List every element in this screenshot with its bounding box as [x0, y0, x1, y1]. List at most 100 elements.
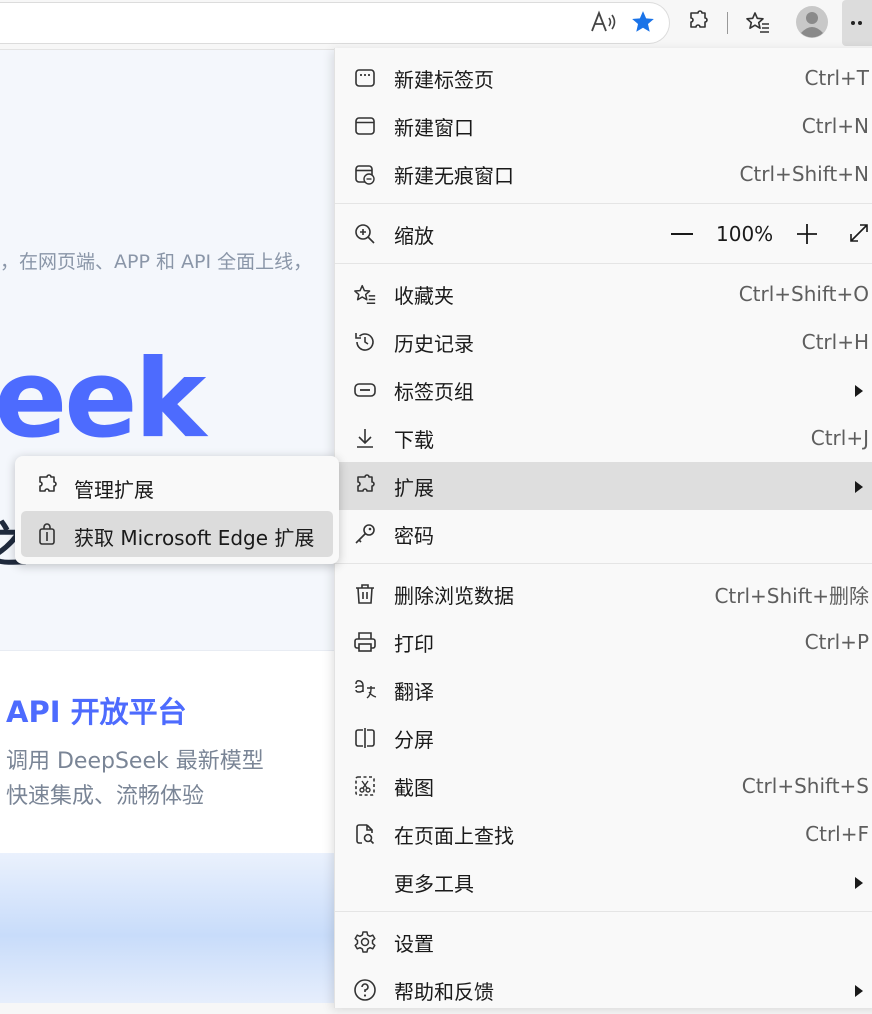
- extensions-icon[interactable]: [680, 4, 716, 40]
- extensions-icon: [357, 474, 375, 492]
- translate-icon: [355, 680, 377, 699]
- menu-item-screenshot[interactable]: 截图 Ctrl+Shift+S: [335, 762, 872, 810]
- split-screen-icon: [355, 728, 375, 748]
- toolbar-divider: [727, 12, 728, 34]
- menu-item-new-inprivate[interactable]: 新建无痕窗口 Ctrl+Shift+N: [335, 150, 872, 198]
- menu-item-translate[interactable]: 翻译: [335, 666, 872, 714]
- extensions-submenu: 管理扩展 获取 Microsoft Edge 扩展: [15, 456, 339, 564]
- chevron-right-icon: [855, 985, 863, 997]
- printer-icon: [354, 632, 376, 652]
- menu-shortcut: Ctrl+Shift+O: [738, 282, 869, 306]
- submenu-label: 获取 Microsoft Edge 扩展: [74, 526, 315, 550]
- card-title: API 开放平台: [6, 695, 187, 729]
- menu-item-new-window[interactable]: 新建窗口 Ctrl+N: [335, 102, 872, 150]
- menu-label: 翻译: [394, 679, 434, 704]
- more-icon[interactable]: [842, 0, 872, 46]
- zoom-level: 100%: [716, 222, 774, 246]
- menu-shortcut: Ctrl+F: [805, 822, 869, 846]
- inprivate-window-icon: [355, 165, 375, 185]
- menu-item-split-screen[interactable]: 分屏: [335, 714, 872, 762]
- background-decoration: [0, 853, 340, 1003]
- hero-tagline: ，在网页端、APP 和 API 全面上线，: [0, 251, 313, 273]
- menu-item-extensions[interactable]: 扩展: [335, 462, 872, 510]
- menu-label: 新建标签页: [394, 67, 494, 92]
- menu-label: 扩展: [394, 475, 434, 500]
- menu-shortcut: Ctrl+Shift+S: [741, 774, 869, 798]
- browser-toolbar: [0, 0, 872, 50]
- shopping-bag-icon: [39, 523, 55, 545]
- favorites-icon: [354, 284, 376, 304]
- menu-label: 在页面上查找: [394, 823, 514, 848]
- favorites-icon[interactable]: [740, 4, 776, 40]
- help-icon: [354, 979, 376, 1001]
- chevron-right-icon: [855, 877, 863, 889]
- menu-label: 帮助和反馈: [394, 979, 494, 1004]
- api-platform-card[interactable]: API 开放平台 调用 DeepSeek 最新模型 快速集成、流畅体验: [0, 650, 340, 854]
- extensions-icon: [39, 474, 57, 492]
- profile-icon[interactable]: [794, 4, 830, 40]
- menu-item-new-tab[interactable]: 新建标签页 Ctrl+T: [335, 54, 872, 102]
- menu-divider: [335, 263, 872, 264]
- menu-label: 分屏: [394, 727, 434, 752]
- submenu-item-manage-extensions[interactable]: 管理扩展: [21, 463, 333, 509]
- new-tab-icon: [355, 69, 375, 87]
- menu-label: 历史记录: [394, 331, 474, 356]
- menu-shortcut: Ctrl+Shift+N: [739, 162, 869, 186]
- screenshot-icon: [355, 776, 375, 796]
- menu-item-more-tools[interactable]: 更多工具: [335, 858, 872, 906]
- zoom-icon: [355, 224, 375, 244]
- fullscreen-icon[interactable]: [848, 222, 870, 244]
- menu-label: 打印: [394, 631, 434, 656]
- trash-icon: [356, 584, 374, 604]
- menu-label: 删除浏览数据: [394, 583, 514, 608]
- menu-label: 密码: [394, 523, 434, 548]
- menu-shortcut: Ctrl+J: [810, 426, 869, 450]
- submenu-item-get-extensions[interactable]: 获取 Microsoft Edge 扩展: [21, 511, 333, 557]
- card-description: 调用 DeepSeek 最新模型: [6, 749, 264, 774]
- favorite-star-icon[interactable]: [625, 4, 661, 40]
- menu-label: 缩放: [394, 223, 434, 248]
- menu-item-settings[interactable]: 设置: [335, 918, 872, 966]
- key-icon: [355, 524, 375, 544]
- menu-shortcut: Ctrl+P: [804, 630, 869, 654]
- menu-divider: [335, 911, 872, 912]
- menu-label: 标签页组: [394, 379, 474, 404]
- menu-item-downloads[interactable]: 下载 Ctrl+J: [335, 414, 872, 462]
- menu-shortcut: Ctrl+N: [801, 114, 869, 138]
- card-description: 快速集成、流畅体验: [6, 784, 205, 809]
- menu-item-clear-data[interactable]: 删除浏览数据 Ctrl+Shift+删除: [335, 570, 872, 618]
- menu-label: 下载: [394, 427, 434, 452]
- settings-menu: 新建标签页 Ctrl+T 新建窗口 Ctrl+N 新建无痕窗口 Ctrl+Shi…: [334, 48, 872, 1008]
- menu-label: 收藏夹: [394, 283, 454, 308]
- menu-shortcut: Ctrl+T: [804, 66, 869, 90]
- menu-shortcut: Ctrl+H: [801, 330, 869, 354]
- gear-icon: [354, 931, 376, 953]
- menu-shortcut: Ctrl+Shift+删除: [714, 583, 869, 608]
- new-window-icon: [355, 117, 375, 135]
- chevron-right-icon: [855, 385, 863, 397]
- menu-label: 新建窗口: [394, 115, 474, 140]
- read-aloud-icon[interactable]: [585, 4, 621, 40]
- menu-label: 新建无痕窗口: [394, 163, 514, 188]
- menu-item-find[interactable]: 在页面上查找 Ctrl+F: [335, 810, 872, 858]
- menu-divider: [335, 563, 872, 564]
- zoom-out-button[interactable]: [671, 233, 693, 235]
- menu-item-favorites[interactable]: 收藏夹 Ctrl+Shift+O: [335, 270, 872, 318]
- zoom-in-button[interactable]: [795, 222, 819, 246]
- tab-groups-icon: [354, 383, 376, 397]
- menu-label: 设置: [394, 931, 434, 956]
- download-icon: [357, 429, 373, 448]
- menu-item-passwords[interactable]: 密码: [335, 510, 872, 558]
- brand-logo-text: eek: [0, 337, 206, 462]
- menu-item-help[interactable]: 帮助和反馈: [335, 966, 872, 1014]
- chevron-right-icon: [855, 481, 863, 493]
- history-icon: [355, 333, 374, 351]
- address-bar[interactable]: [0, 2, 670, 44]
- menu-item-tab-groups[interactable]: 标签页组: [335, 366, 872, 414]
- menu-label: 截图: [394, 775, 434, 800]
- menu-item-history[interactable]: 历史记录 Ctrl+H: [335, 318, 872, 366]
- menu-divider: [335, 203, 872, 204]
- menu-item-print[interactable]: 打印 Ctrl+P: [335, 618, 872, 666]
- submenu-label: 管理扩展: [74, 478, 154, 502]
- find-in-page-icon: [356, 824, 375, 845]
